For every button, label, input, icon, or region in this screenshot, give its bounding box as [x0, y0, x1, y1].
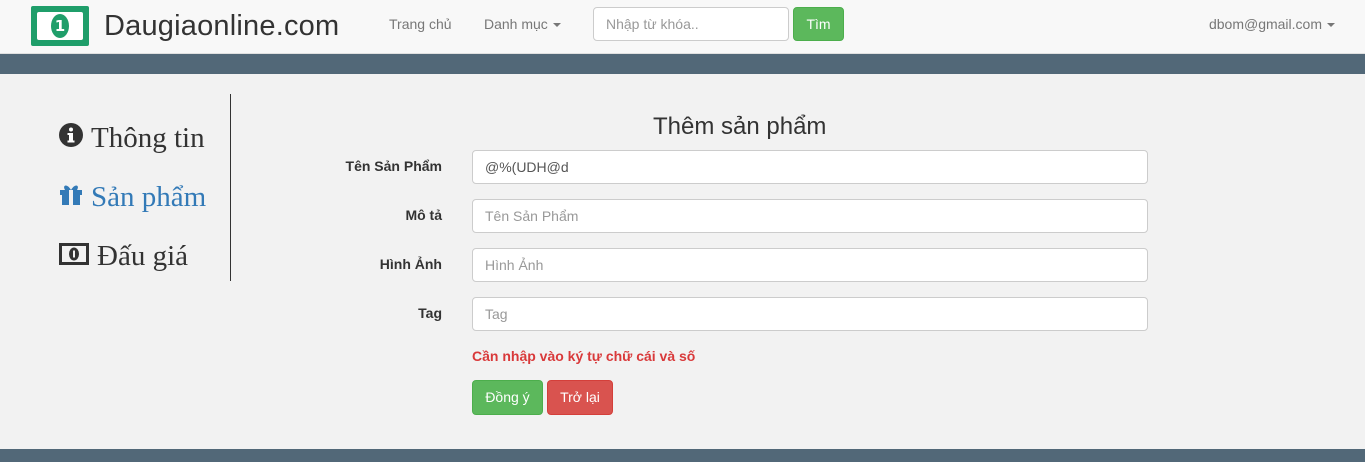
- money-icon: [59, 240, 89, 273]
- product-name-input[interactable]: [472, 150, 1148, 184]
- sidebar: Thông tin Sản phẩm Đấu giá: [59, 94, 231, 281]
- gift-icon: [59, 181, 83, 214]
- nav-categories-label: Danh mục: [484, 16, 548, 32]
- logo-digit: 1: [51, 14, 69, 38]
- sidebar-item-info[interactable]: Thông tin: [59, 122, 205, 155]
- nav-home-link[interactable]: Trang chủ: [389, 16, 452, 32]
- sidebar-item-label: Thông tin: [91, 122, 205, 154]
- tag-label: Tag: [418, 305, 442, 321]
- product-name-label: Tên Sản Phẩm: [345, 158, 442, 174]
- money-logo-icon: 1: [31, 6, 89, 46]
- submit-button[interactable]: Đồng ý: [472, 380, 543, 415]
- description-label: Mô tả: [405, 207, 442, 223]
- validation-error: Cần nhập vào ký tự chữ cái và số: [472, 348, 696, 364]
- back-button[interactable]: Trở lại: [547, 380, 613, 415]
- search-input[interactable]: [593, 7, 789, 41]
- search-button[interactable]: Tìm: [793, 7, 844, 41]
- nav-categories-dropdown[interactable]: Danh mục: [484, 16, 561, 32]
- header-band: [0, 54, 1365, 74]
- form-title: Thêm sản phẩm: [653, 113, 827, 140]
- sidebar-item-products[interactable]: Sản phẩm: [59, 181, 206, 214]
- tag-input[interactable]: [472, 297, 1148, 331]
- caret-down-icon: [552, 23, 561, 28]
- navbar: 1 Daugiaonline.com Trang chủ Danh mục Tì…: [0, 0, 1365, 54]
- image-label: Hình Ảnh: [379, 256, 442, 272]
- sidebar-item-auction[interactable]: Đấu giá: [59, 240, 188, 273]
- sidebar-item-label: Sản phẩm: [91, 181, 207, 213]
- brand-name[interactable]: Daugiaonline.com: [104, 10, 339, 43]
- caret-down-icon: [1327, 23, 1335, 28]
- info-circle-icon: [59, 122, 83, 155]
- description-input[interactable]: [472, 199, 1148, 233]
- user-email: dbom@gmail.com: [1208, 16, 1322, 32]
- brand[interactable]: 1 Daugiaonline.com: [31, 6, 339, 46]
- image-input[interactable]: [472, 248, 1148, 282]
- sidebar-item-label: Đấu giá: [97, 240, 188, 272]
- user-menu-dropdown[interactable]: dbom@gmail.com: [1209, 16, 1335, 32]
- footer-band: [0, 449, 1365, 462]
